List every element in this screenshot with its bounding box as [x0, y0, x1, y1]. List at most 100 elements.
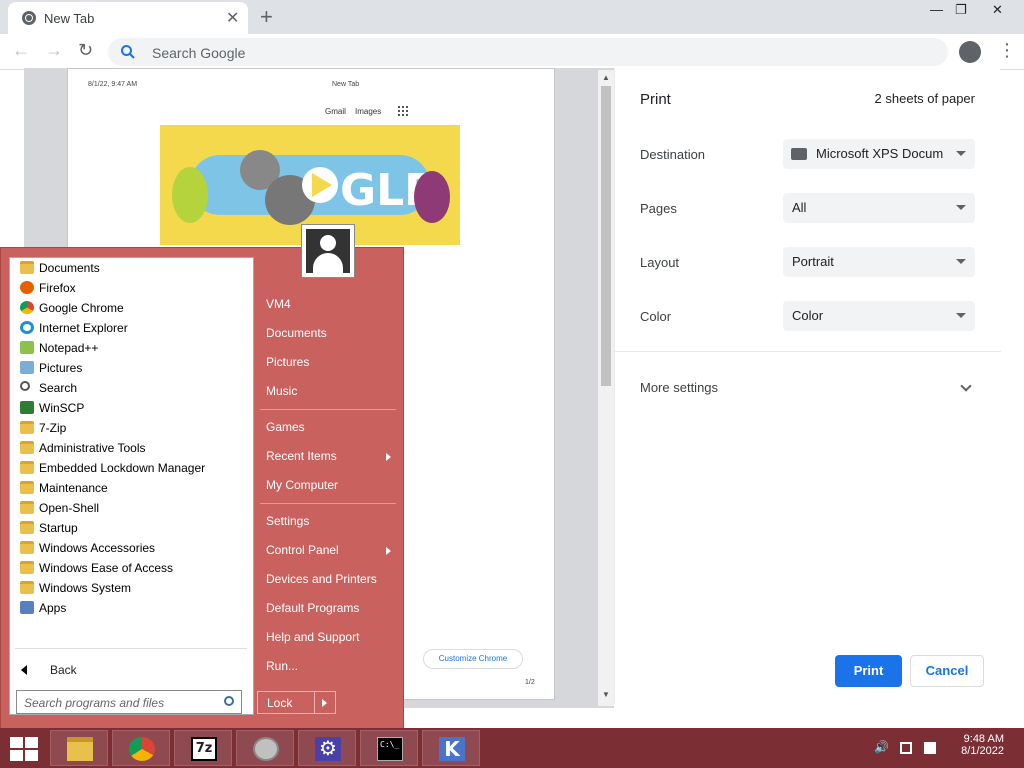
preview-scrollbar[interactable]: ▲ ▼ [598, 70, 614, 706]
chevron-down-icon [956, 205, 966, 210]
destination-value: Microsoft XPS Docum [816, 146, 944, 161]
pages-value: All [792, 200, 807, 215]
taskbar-7zip[interactable]: 7z [174, 730, 232, 766]
search-icon[interactable] [224, 696, 234, 706]
address-bar-placeholder: Search Google [152, 45, 246, 61]
taskbar: 7z ⚙ C:\_ K 🔊 [0, 728, 1024, 768]
chevron-down-icon [956, 151, 966, 156]
start-settings[interactable]: Settings [266, 514, 309, 528]
destination-label: Destination [640, 147, 706, 162]
pages-select[interactable]: All [783, 193, 975, 223]
chevron-down-icon[interactable] [960, 380, 972, 392]
folder-icon [67, 737, 93, 761]
close-window-button[interactable]: ✕ [992, 2, 1003, 18]
minimize-button[interactable]: — [930, 2, 943, 17]
start-run[interactable]: Run... [266, 659, 298, 673]
scroll-down-arrow-icon[interactable]: ▼ [602, 690, 610, 699]
tab-new-tab[interactable]: New Tab ✕ [8, 2, 248, 34]
start-search-input[interactable]: Search programs and files [16, 690, 242, 714]
chevron-down-icon [956, 259, 966, 264]
destination-select[interactable]: Microsoft XPS Docum [783, 139, 975, 169]
shutdown-options-arrow-icon[interactable] [322, 699, 327, 707]
tab-strip: New Tab ✕ + — ❐ ✕ [0, 0, 1024, 34]
lock-label: Lock [267, 696, 293, 710]
taskbar-chrome[interactable] [112, 730, 170, 766]
volume-icon[interactable]: 🔊 [874, 740, 889, 754]
maximize-button[interactable]: ❐ [955, 2, 967, 18]
taskbar-clock[interactable]: 9:48 AM 8/1/2022 [954, 733, 1004, 757]
start-separator [260, 409, 396, 410]
scrollbar-thumb[interactable] [601, 86, 611, 386]
address-bar[interactable]: Search Google [108, 38, 948, 66]
apps-grid-icon [398, 106, 408, 116]
color-select[interactable]: Color [783, 301, 975, 331]
start-control-panel[interactable]: Control Panel [266, 543, 339, 557]
color-value: Color [792, 308, 824, 323]
taskbar-disc-app[interactable] [236, 730, 294, 766]
start-documents[interactable]: Documents [266, 326, 327, 340]
preview-header-title: New Tab [332, 81, 360, 88]
cancel-button[interactable]: Cancel [910, 655, 984, 687]
layout-value: Portrait [792, 254, 834, 269]
chrome-icon [129, 737, 155, 761]
reload-button[interactable]: ↻ [78, 40, 93, 61]
action-center-icon[interactable] [924, 742, 936, 754]
start-search-placeholder: Search programs and files [24, 696, 165, 710]
start-devices-printers[interactable]: Devices and Printers [266, 572, 377, 586]
programs-separator [15, 648, 247, 649]
windows-start-icon[interactable] [10, 737, 38, 761]
start-help-support[interactable]: Help and Support [266, 630, 359, 644]
panel-divider [615, 351, 1001, 352]
sevenzip-icon: 7z [191, 737, 217, 761]
preview-gmail-link: Gmail [325, 107, 346, 116]
new-tab-button[interactable]: + [260, 4, 273, 30]
user-avatar[interactable] [301, 224, 355, 278]
browser-toolbar: ← → ↻ Search Google ⋮ [0, 34, 1024, 70]
disc-icon [253, 737, 279, 761]
chrome-menu-icon[interactable]: ⋮ [998, 40, 1016, 61]
start-recent-items[interactable]: Recent Items [266, 449, 337, 463]
start-separator [260, 503, 396, 504]
chrome-favicon-icon [22, 11, 36, 25]
start-pictures[interactable]: Pictures [266, 355, 309, 369]
print-title: Print [640, 91, 671, 108]
start-music[interactable]: Music [266, 384, 297, 398]
back-button[interactable]: Back [50, 663, 77, 677]
back-button[interactable]: ← [12, 40, 30, 61]
programs-footer: Back [9, 256, 254, 714]
taskbar-file-explorer[interactable] [50, 730, 108, 766]
taskbar-kde-app[interactable]: K [422, 730, 480, 766]
forward-button[interactable]: → [45, 40, 63, 61]
print-settings-panel: Print 2 sheets of paper Destination Micr… [614, 68, 1001, 704]
network-icon[interactable] [900, 742, 912, 754]
cmd-icon: C:\_ [377, 737, 403, 761]
start-default-programs[interactable]: Default Programs [266, 601, 359, 615]
search-icon [121, 45, 135, 59]
start-vm4[interactable]: VM4 [266, 297, 291, 311]
clock-time: 9:48 AM [963, 733, 1004, 745]
start-games[interactable]: Games [266, 420, 305, 434]
preview-images-link: Images [355, 107, 382, 116]
clock-date: 8/1/2022 [961, 745, 1004, 757]
gear-icon: ⚙ [315, 737, 341, 761]
start-my-computer[interactable]: My Computer [266, 478, 338, 492]
back-arrow-icon[interactable] [21, 665, 27, 675]
sheet-count: 2 sheets of paper [874, 91, 975, 106]
chevron-down-icon [956, 313, 966, 318]
tab-title: New Tab [44, 11, 95, 26]
color-label: Color [640, 309, 672, 324]
more-settings-toggle[interactable]: More settings [640, 380, 718, 395]
submenu-arrow-icon [386, 453, 391, 461]
layout-select[interactable]: Portrait [783, 247, 975, 277]
profile-avatar-icon[interactable] [959, 41, 981, 63]
pages-label: Pages [640, 201, 677, 216]
taskbar-command-prompt[interactable]: C:\_ [360, 730, 418, 766]
print-button[interactable]: Print [835, 655, 902, 687]
scroll-up-arrow-icon[interactable]: ▲ [602, 73, 610, 82]
printer-icon [791, 148, 807, 160]
preview-customize-chrome: Customize Chrome [423, 649, 523, 669]
k-app-icon: K [439, 737, 465, 761]
taskbar-settings[interactable]: ⚙ [298, 730, 356, 766]
lock-button[interactable]: Lock [257, 691, 336, 714]
close-tab-icon[interactable]: ✕ [226, 8, 239, 28]
